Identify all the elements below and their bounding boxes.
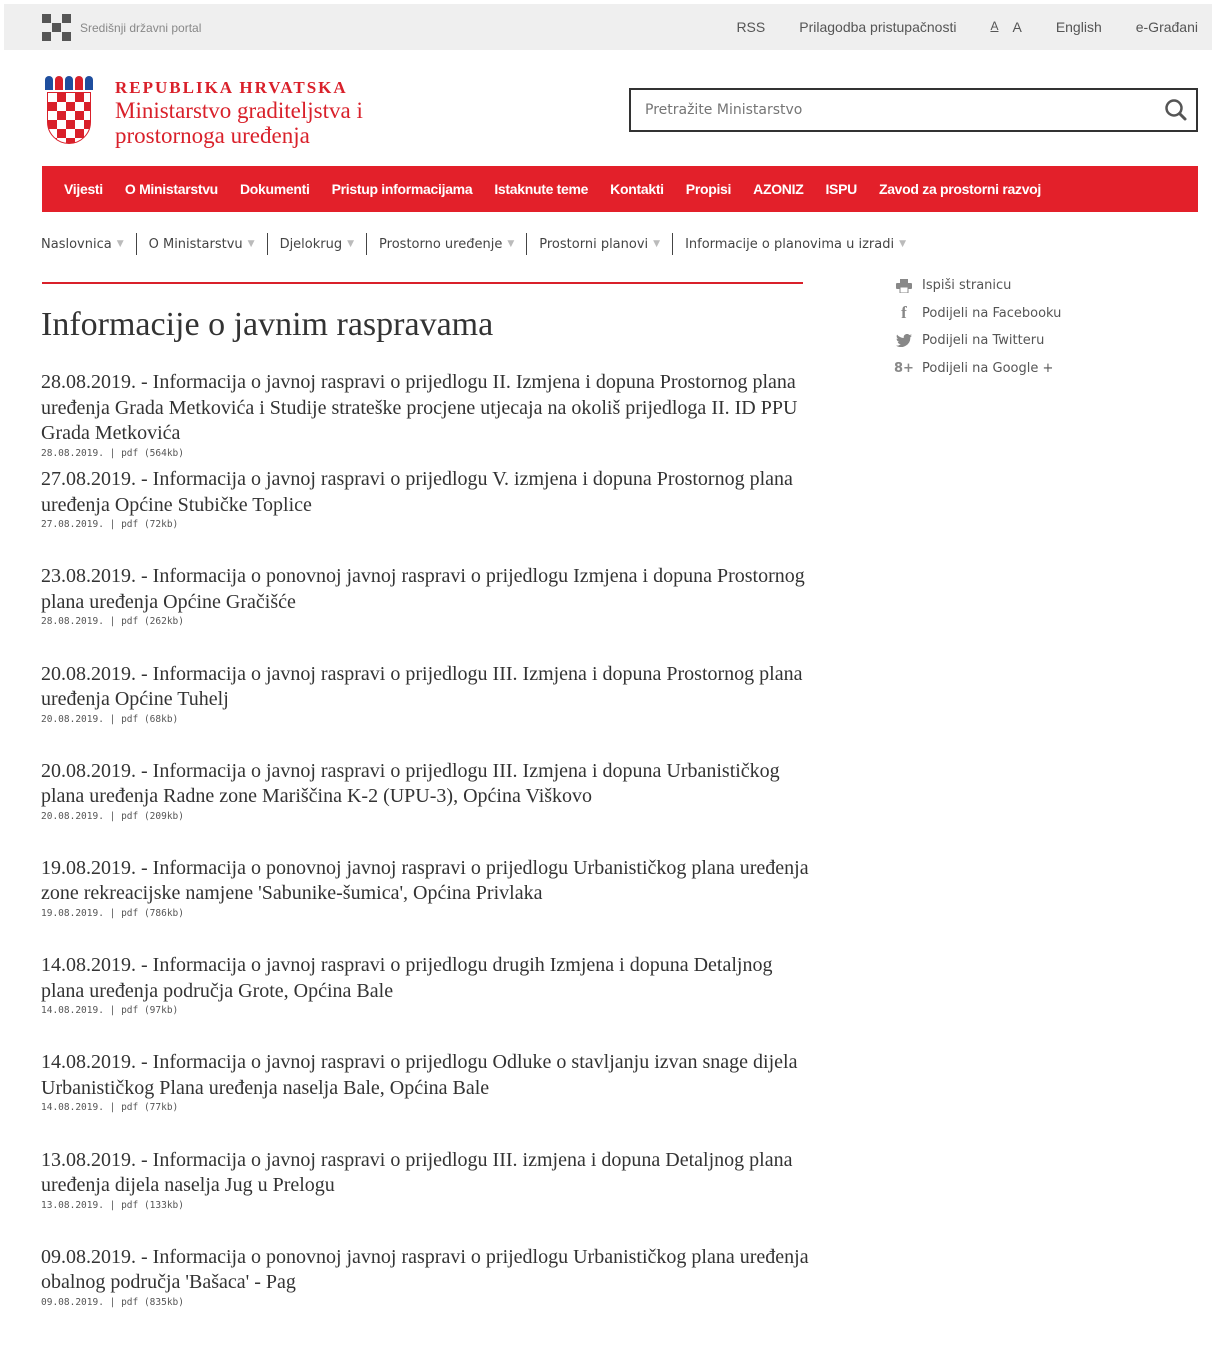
- ministry-name[interactable]: Ministarstvo graditeljstva i prostornoga…: [115, 98, 435, 148]
- nav-item-ispu[interactable]: ISPU: [825, 181, 857, 197]
- facebook-label: Podijeli na Facebooku: [922, 305, 1062, 321]
- font-large-button[interactable]: A: [1012, 19, 1021, 35]
- share-sidebar: Ispiši stranicu f Podijeli na Facebooku …: [893, 272, 1113, 382]
- document-meta: 09.08.2019. | pdf (835kb): [41, 1296, 184, 1308]
- document-list: 28.08.2019. - Informacija o javnoj raspr…: [41, 370, 811, 1342]
- chevron-down-icon: ▼: [247, 239, 255, 249]
- chevron-down-icon: ▼: [116, 239, 124, 249]
- document-meta: 28.08.2019. | pdf (262kb): [41, 616, 184, 628]
- chevron-down-icon: ▼: [507, 239, 515, 249]
- breadcrumb-item[interactable]: Prostorno uređenje ▼: [379, 237, 514, 252]
- nav-item-dokumenti[interactable]: Dokumenti: [240, 181, 310, 197]
- list-item: 19.08.2019. - Informacija o ponovnoj jav…: [41, 856, 811, 953]
- list-item: 28.08.2019. - Informacija o javnoj raspr…: [41, 370, 811, 467]
- nav-item-vijesti[interactable]: Vijesti: [64, 181, 103, 197]
- egradjani-link[interactable]: e-Građani: [1136, 19, 1198, 35]
- portal-name: Središnji državni portal: [80, 21, 202, 35]
- list-item: 20.08.2019. - Informacija o javnoj raspr…: [41, 662, 811, 759]
- google-label: Podijeli na Google +: [922, 360, 1054, 376]
- search-icon[interactable]: [1156, 90, 1196, 130]
- printer-icon: [893, 278, 915, 293]
- document-link[interactable]: 20.08.2019. - Informacija o javnoj raspr…: [41, 759, 811, 810]
- breadcrumb-separator: [266, 233, 268, 255]
- share-facebook-link[interactable]: f Podijeli na Facebooku: [893, 300, 1113, 328]
- breadcrumb-separator: [672, 233, 674, 255]
- nav-item-istaknute-teme[interactable]: Istaknute teme: [494, 181, 588, 197]
- document-meta: 19.08.2019. | pdf (786kb): [41, 907, 184, 919]
- chevron-down-icon: ▼: [653, 239, 661, 249]
- title-divider: [42, 282, 803, 284]
- google-plus-icon: 8+: [894, 360, 914, 376]
- top-utility-bar: Središnji državni portal RSS Prilagodba …: [4, 4, 1212, 50]
- document-meta: 20.08.2019. | pdf (209kb): [41, 810, 184, 822]
- page-title: Informacije o javnim raspravama: [41, 306, 494, 343]
- breadcrumb-separator: [135, 233, 137, 255]
- list-item: 20.08.2019. - Informacija o javnoj raspr…: [41, 759, 811, 856]
- list-item: 09.08.2019. - Informacija o ponovnoj jav…: [41, 1245, 811, 1342]
- share-twitter-link[interactable]: Podijeli na Twitteru: [893, 327, 1113, 355]
- share-google-link[interactable]: 8+ Podijeli na Google +: [893, 355, 1113, 383]
- document-meta: 14.08.2019. | pdf (77kb): [41, 1102, 179, 1114]
- document-link[interactable]: 14.08.2019. - Informacija o javnoj raspr…: [41, 1050, 811, 1101]
- list-item: 13.08.2019. - Informacija o javnoj raspr…: [41, 1148, 811, 1245]
- twitter-icon: [893, 334, 915, 348]
- breadcrumb-separator: [366, 233, 368, 255]
- main-navigation: Vijesti O Ministarstvu Dokumenti Pristup…: [42, 166, 1198, 212]
- breadcrumb-item[interactable]: Informacije o planovima u izradi ▼: [685, 237, 906, 252]
- document-link[interactable]: 23.08.2019. - Informacija o ponovnoj jav…: [41, 564, 811, 615]
- nav-item-o-ministarstvu[interactable]: O Ministarstvu: [125, 181, 218, 197]
- facebook-icon: f: [901, 303, 907, 323]
- nav-item-propisi[interactable]: Propisi: [686, 181, 732, 197]
- list-item: 27.08.2019. - Informacija o javnoj raspr…: [41, 467, 811, 564]
- site-header: REPUBLIKA HRVATSKA Ministarstvo graditel…: [0, 50, 1212, 166]
- twitter-label: Podijeli na Twitteru: [922, 333, 1045, 349]
- list-item: 14.08.2019. - Informacija o javnoj raspr…: [41, 953, 811, 1050]
- accessibility-link[interactable]: Prilagodba pristupačnosti: [799, 19, 956, 35]
- breadcrumb-item[interactable]: O Ministarstvu ▼: [149, 237, 255, 252]
- font-small-button[interactable]: A: [990, 19, 998, 35]
- document-link[interactable]: 20.08.2019. - Informacija o javnoj raspr…: [41, 662, 811, 713]
- document-link[interactable]: 27.08.2019. - Informacija o javnoj raspr…: [41, 467, 811, 518]
- document-meta: 13.08.2019. | pdf (133kb): [41, 1199, 184, 1211]
- document-link[interactable]: 28.08.2019. - Informacija o javnoj raspr…: [41, 370, 811, 447]
- print-page-link[interactable]: Ispiši stranicu: [893, 272, 1113, 300]
- document-meta: 28.08.2019. | pdf (564kb): [41, 447, 184, 459]
- document-link[interactable]: 13.08.2019. - Informacija o javnoj raspr…: [41, 1148, 811, 1199]
- document-meta: 20.08.2019. | pdf (68kb): [41, 713, 179, 725]
- portal-link[interactable]: Središnji državni portal: [42, 14, 201, 42]
- coat-of-arms-icon[interactable]: [44, 76, 94, 146]
- document-link[interactable]: 19.08.2019. - Informacija o ponovnoj jav…: [41, 856, 811, 907]
- republic-name: REPUBLIKA HRVATSKA: [115, 78, 348, 97]
- document-meta: 27.08.2019. | pdf (72kb): [41, 519, 179, 531]
- document-meta: 14.08.2019. | pdf (97kb): [41, 1005, 179, 1017]
- breadcrumb-separator: [526, 233, 528, 255]
- nav-item-zavod[interactable]: Zavod za prostorni razvoj: [879, 181, 1041, 197]
- portal-logo-icon: [42, 14, 72, 42]
- chevron-down-icon: ▼: [899, 239, 906, 249]
- chevron-down-icon: ▼: [347, 239, 355, 249]
- font-size-controls: A A: [990, 19, 1021, 35]
- nav-item-azoniz[interactable]: AZONIZ: [753, 181, 804, 197]
- list-item: 23.08.2019. - Informacija o ponovnoj jav…: [41, 564, 811, 661]
- search-box: [629, 88, 1198, 132]
- rss-link[interactable]: RSS: [736, 19, 765, 35]
- utility-links: RSS Prilagodba pristupačnosti A A Englis…: [702, 4, 1198, 50]
- breadcrumb-item[interactable]: Djelokrug ▼: [280, 237, 354, 252]
- breadcrumb-item[interactable]: Naslovnica ▼: [41, 237, 124, 252]
- document-link[interactable]: 14.08.2019. - Informacija o javnoj raspr…: [41, 953, 811, 1004]
- nav-item-pristup-informacijama[interactable]: Pristup informacijama: [332, 181, 473, 197]
- print-label: Ispiši stranicu: [922, 278, 1012, 294]
- breadcrumb-item[interactable]: Prostorni planovi ▼: [539, 237, 660, 252]
- document-link[interactable]: 09.08.2019. - Informacija o ponovnoj jav…: [41, 1245, 811, 1296]
- english-link[interactable]: English: [1056, 19, 1102, 35]
- list-item: 14.08.2019. - Informacija o javnoj raspr…: [41, 1050, 811, 1147]
- search-input[interactable]: [645, 102, 1156, 118]
- breadcrumb: Naslovnica ▼ O Ministarstvu ▼ Djelokrug ▼ P…: [41, 232, 906, 256]
- nav-item-kontakti[interactable]: Kontakti: [610, 181, 664, 197]
